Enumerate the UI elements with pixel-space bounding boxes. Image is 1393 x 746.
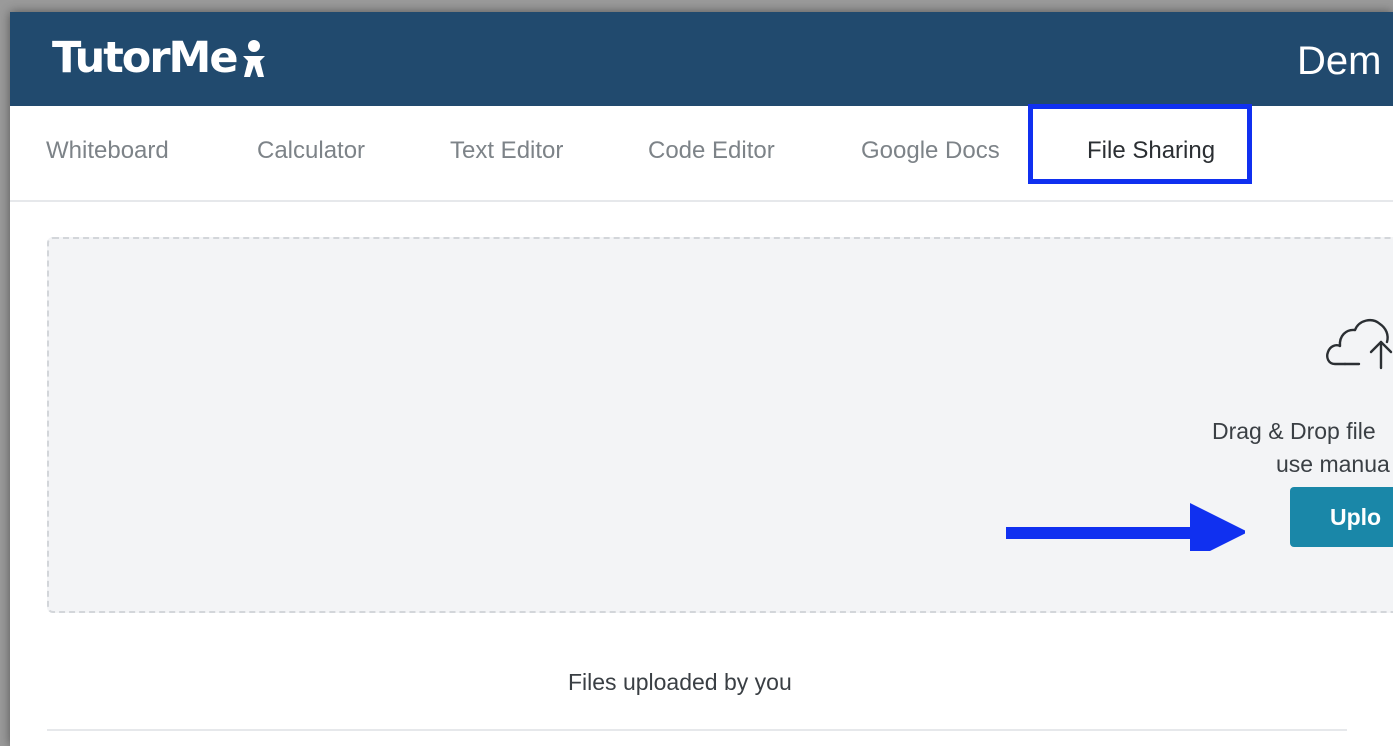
- tab-code-editor[interactable]: Code Editor: [648, 106, 775, 200]
- upload-button[interactable]: Uplo: [1290, 487, 1393, 547]
- drop-instruction-line1: Drag & Drop file: [1212, 418, 1376, 444]
- top-header: TutorMe Dem: [10, 12, 1393, 106]
- tab-text-editor[interactable]: Text Editor: [450, 106, 563, 200]
- files-divider: [47, 729, 1347, 731]
- drop-instruction-line2: use manua: [1276, 451, 1390, 477]
- tool-tab-bar: Whiteboard Calculator Text Editor Code E…: [10, 106, 1393, 202]
- logo-text: TutorMe: [52, 33, 238, 83]
- person-logo-icon: [243, 40, 266, 77]
- tutorme-logo[interactable]: TutorMe: [52, 32, 268, 84]
- file-drop-zone[interactable]: [47, 237, 1393, 613]
- header-user-name: Dem: [1297, 39, 1382, 83]
- cloud-upload-icon: [1326, 318, 1393, 370]
- tab-calculator[interactable]: Calculator: [257, 106, 365, 200]
- files-uploaded-heading: Files uploaded by you: [568, 669, 792, 695]
- tab-whiteboard[interactable]: Whiteboard: [46, 106, 169, 200]
- arrow-right-annotation: [1006, 503, 1245, 551]
- tab-google-docs[interactable]: Google Docs: [861, 106, 1000, 200]
- tab-file-sharing[interactable]: File Sharing: [1087, 106, 1215, 200]
